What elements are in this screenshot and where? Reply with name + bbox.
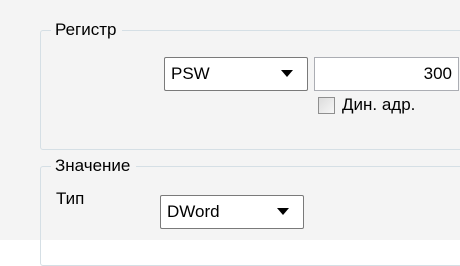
value-group-title: Значение [51,155,137,177]
type-select-value: DWord [167,202,220,221]
register-select-value: PSW [171,64,210,83]
address-input-value: 300 [423,64,452,83]
chevron-down-icon[interactable] [281,70,293,77]
register-group-title: Регистр [51,19,123,41]
type-select[interactable]: DWord [160,195,304,229]
address-input[interactable]: 300 [314,57,459,91]
register-select[interactable]: PSW [164,57,308,91]
settings-panel: Регистр PSW 300 Дин. адр. Значение Тип D… [0,0,460,266]
dynamic-address-label[interactable]: Дин. адр. [342,94,415,116]
dynamic-address-checkbox[interactable] [318,97,335,114]
chevron-down-icon[interactable] [277,208,289,215]
type-label: Тип [56,189,85,208]
